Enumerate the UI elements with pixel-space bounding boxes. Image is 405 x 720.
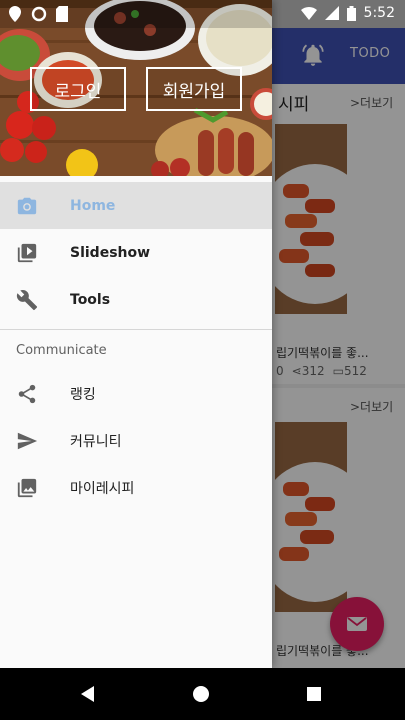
location-icon [9,6,21,22]
sd-card-icon [56,6,68,22]
nav-item-label: 커뮤니티 [70,433,122,450]
nav-item-community[interactable]: 커뮤니티 [0,417,272,464]
send-icon [17,432,38,449]
sync-icon [31,6,47,22]
nav-item-ranking[interactable]: 랭킹 [0,370,272,417]
nav-item-label: Home [70,197,116,214]
share-icon [18,384,36,403]
system-nav-bar [0,668,405,720]
status-bar: 5:52 [0,0,405,28]
signup-button[interactable]: 회원가입 [146,67,242,111]
nav-item-label: 랭킹 [70,386,96,403]
signal-icon [324,6,339,20]
drawer-menu: Home Slideshow Tools Communicate 랭킹 커뮤니티… [0,182,272,511]
nav-item-label: Tools [70,291,111,308]
nav-item-my-recipe[interactable]: 마이레시피 [0,464,272,511]
login-button[interactable]: 로그인 [30,67,126,111]
nav-item-tools[interactable]: Tools [0,276,272,323]
section-header-communicate: Communicate [16,342,107,358]
back-icon[interactable] [78,684,98,704]
camera-icon [17,197,37,214]
photo-library-icon [17,478,37,497]
nav-item-label: 마이레시피 [70,480,135,497]
nav-item-slideshow[interactable]: Slideshow [0,229,272,276]
nav-item-label: Slideshow [70,244,151,261]
battery-icon [346,5,356,21]
wrench-icon [16,289,38,310]
status-time: 5:52 [363,5,395,21]
recents-icon[interactable] [304,684,324,704]
nav-item-home[interactable]: Home [0,182,272,229]
slideshow-icon [17,243,37,262]
home-icon[interactable] [191,684,211,704]
wifi-icon [300,7,317,20]
navigation-drawer: 로그인 회원가입 Home Slideshow Tools Communicat… [0,0,272,668]
